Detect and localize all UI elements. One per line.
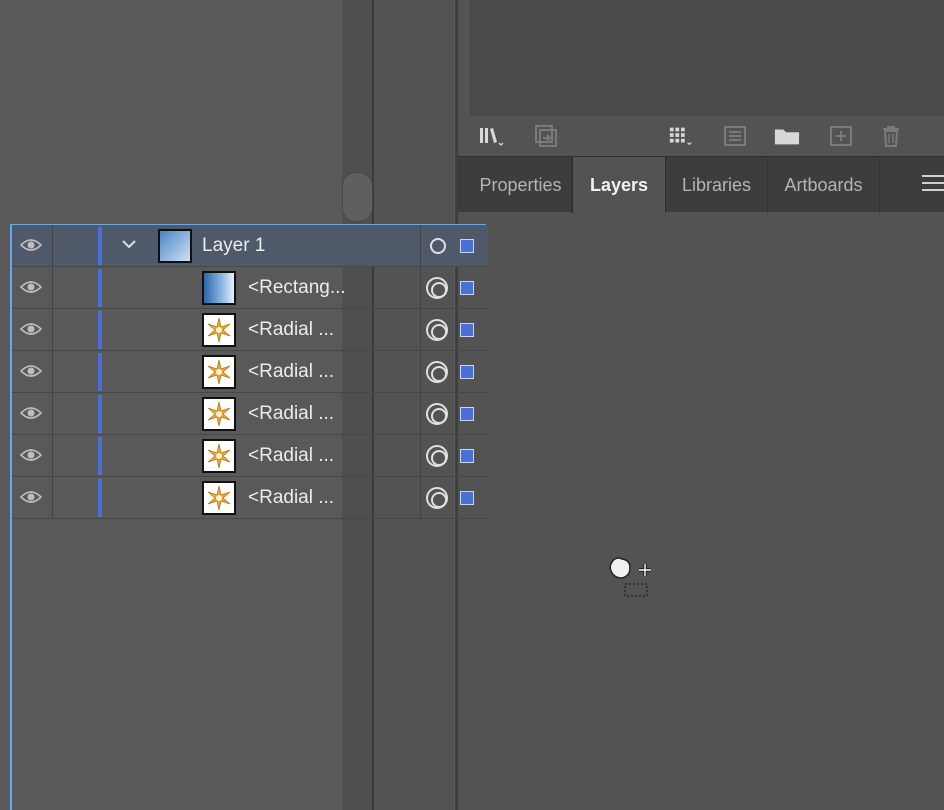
lock-toggle[interactable] — [52, 267, 96, 309]
target-circle-icon[interactable] — [426, 445, 448, 467]
tab-layers[interactable]: Layers — [572, 157, 666, 213]
target-column — [420, 393, 421, 435]
layer-row-radial[interactable]: <Radial ... — [12, 351, 488, 393]
object-name[interactable]: <Radial ... — [248, 351, 334, 393]
radial-star-icon — [207, 359, 231, 385]
tab-libraries[interactable]: Libraries — [666, 157, 768, 213]
lock-toggle[interactable] — [52, 309, 96, 351]
target-column — [420, 351, 421, 393]
layer-row-radial[interactable]: <Radial ... — [12, 309, 488, 351]
object-thumbnail — [202, 355, 236, 389]
lock-toggle[interactable] — [52, 393, 96, 435]
object-name[interactable]: <Radial ... — [248, 309, 334, 351]
selection-indicator[interactable] — [460, 323, 474, 337]
object-thumbnail — [202, 313, 236, 347]
radial-star-icon — [207, 401, 231, 427]
object-name[interactable]: <Radial ... — [248, 393, 334, 435]
target-circle-icon[interactable] — [430, 238, 446, 254]
layer-row-radial[interactable]: <Radial ... — [12, 393, 488, 435]
place-icon[interactable] — [532, 124, 558, 148]
target-circle-icon[interactable] — [426, 403, 448, 425]
selection-indicator[interactable] — [460, 491, 474, 505]
layers-list: Layer 1 <Rectang... <Radial ... <Radial … — [10, 224, 488, 810]
target-circle-icon[interactable] — [426, 487, 448, 509]
eye-icon[interactable] — [20, 447, 42, 463]
target-column — [420, 435, 421, 477]
lock-toggle[interactable] — [52, 435, 96, 477]
new-item-icon[interactable] — [828, 124, 854, 148]
object-thumbnail — [202, 271, 236, 305]
trash-icon[interactable] — [878, 124, 904, 148]
radial-star-icon — [207, 485, 231, 511]
eye-icon[interactable] — [20, 279, 42, 295]
tab-artboards[interactable]: Artboards — [768, 157, 880, 213]
target-column — [420, 477, 421, 519]
libraries-icon[interactable] — [478, 124, 504, 148]
object-thumbnail — [202, 481, 236, 515]
layer-thumbnail — [158, 229, 192, 263]
folder-icon[interactable] — [774, 124, 800, 148]
layer-row-layer-1[interactable]: Layer 1 — [12, 225, 488, 267]
target-circle-icon[interactable] — [426, 361, 448, 383]
layer-row-rectangle[interactable]: <Rectang... — [12, 267, 488, 309]
eye-icon[interactable] — [20, 489, 42, 505]
chevron-down-icon[interactable] — [120, 235, 138, 253]
eye-icon[interactable] — [20, 237, 42, 253]
lock-toggle[interactable] — [52, 351, 96, 393]
radial-star-icon — [207, 443, 231, 469]
panel-menu-icon[interactable] — [922, 175, 944, 195]
eye-icon[interactable] — [20, 321, 42, 337]
layer-color-bar — [98, 437, 102, 475]
selection-indicator[interactable] — [460, 449, 474, 463]
selection-indicator[interactable] — [460, 407, 474, 421]
object-thumbnail — [202, 397, 236, 431]
layers-panel-dock: Properties Layers Libraries Artboards — [458, 0, 944, 810]
target-column — [420, 309, 421, 351]
object-thumbnail — [202, 439, 236, 473]
target-circle-icon[interactable] — [426, 319, 448, 341]
layer-color-bar — [98, 395, 102, 433]
object-name[interactable]: <Radial ... — [248, 477, 334, 519]
eye-icon[interactable] — [20, 363, 42, 379]
layer-color-bar — [98, 353, 102, 391]
panel-toolbar — [458, 116, 944, 156]
layer-color-bar — [98, 479, 102, 517]
layer-name[interactable]: Layer 1 — [202, 225, 265, 267]
selection-indicator[interactable] — [460, 281, 474, 295]
radial-star-icon — [207, 317, 231, 343]
selection-indicator[interactable] — [460, 239, 474, 253]
drag-cursor-icon — [609, 557, 651, 597]
scrollbar-thumb[interactable] — [342, 172, 373, 222]
list-icon[interactable] — [722, 124, 748, 148]
layer-color-bar — [98, 311, 102, 349]
layer-row-radial[interactable]: <Radial ... — [12, 435, 488, 477]
eye-icon[interactable] — [20, 405, 42, 421]
panel-tabbar: Properties Layers Libraries Artboards — [458, 156, 944, 213]
object-name[interactable]: <Radial ... — [248, 435, 334, 477]
target-column — [420, 267, 421, 309]
lock-toggle[interactable] — [52, 225, 96, 267]
target-column — [420, 225, 421, 267]
grid-icon[interactable] — [668, 124, 694, 148]
selection-indicator[interactable] — [460, 365, 474, 379]
lock-toggle[interactable] — [52, 477, 96, 519]
upper-panel-area — [470, 0, 944, 116]
layer-color-bar — [98, 227, 102, 265]
object-name[interactable]: <Rectang... — [248, 267, 346, 309]
layer-row-radial[interactable]: <Radial ... — [12, 477, 488, 519]
layer-color-bar — [98, 269, 102, 307]
tab-properties[interactable]: Properties — [470, 157, 572, 213]
target-circle-icon[interactable] — [426, 277, 448, 299]
